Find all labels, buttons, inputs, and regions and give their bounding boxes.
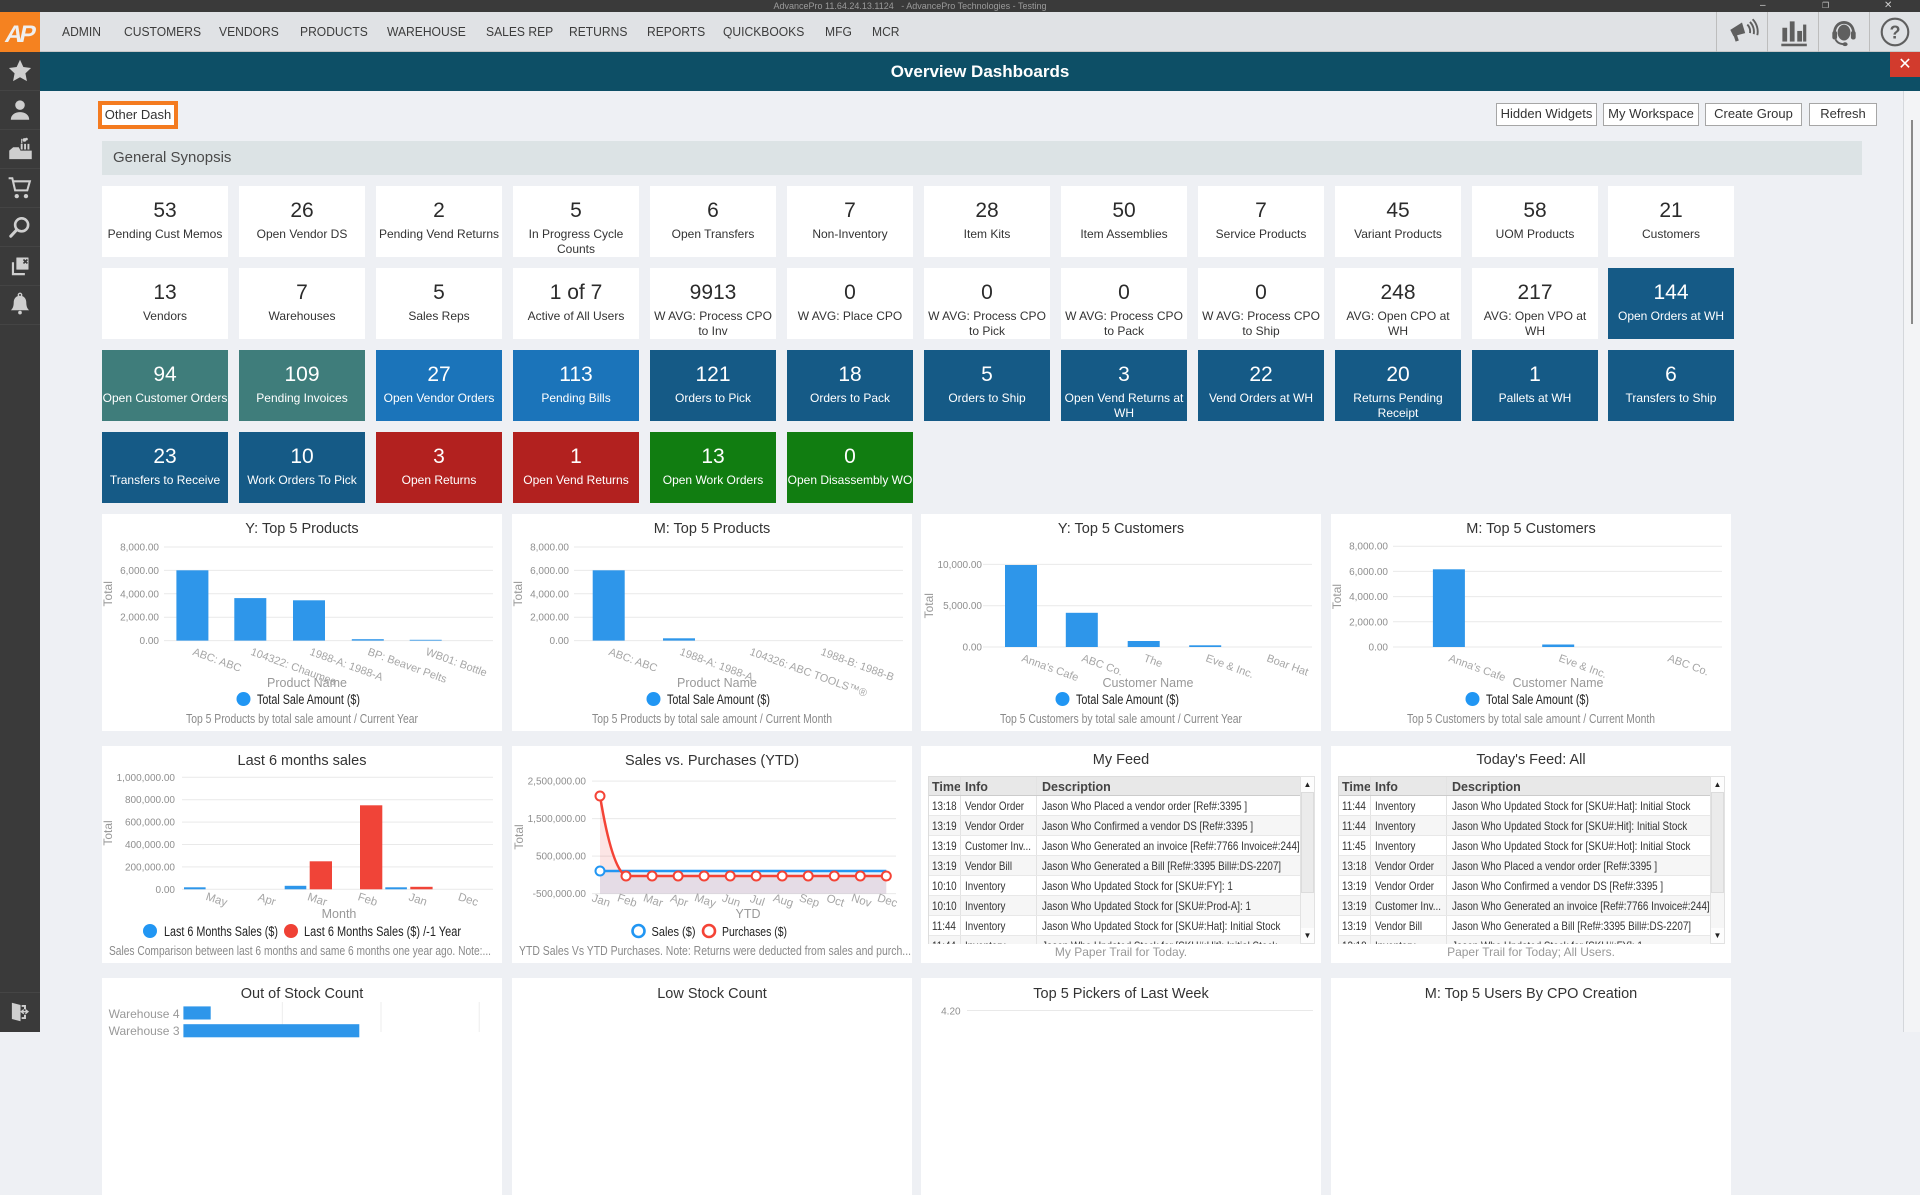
svg-text:Sales Comparison between last: Sales Comparison between last 6 months a… <box>109 944 491 958</box>
svg-text:YTD Sales Vs YTD Purchases. No: YTD Sales Vs YTD Purchases. Note: Return… <box>519 944 911 958</box>
svg-text:Product Name: Product Name <box>677 676 757 690</box>
svg-text:Feb: Feb <box>356 891 379 909</box>
svg-text:Total Sale Amount ($): Total Sale Amount ($) <box>1076 692 1179 707</box>
svg-text:Warehouse 3: Warehouse 3 <box>109 1024 180 1038</box>
svg-text:Y: Top 5 Products: Y: Top 5 Products <box>245 521 358 537</box>
svg-text:YTD: YTD <box>736 907 761 921</box>
svg-text:Jan: Jan <box>407 892 428 909</box>
svg-text:Total Sale Amount ($): Total Sale Amount ($) <box>667 692 770 707</box>
svg-text:Nov: Nov <box>850 892 873 910</box>
svg-text:8,000.00: 8,000.00 <box>530 543 569 554</box>
svg-text:ABC Co.: ABC Co. <box>1080 653 1124 679</box>
svg-text:ABC: ABC: ABC: ABC <box>191 646 243 675</box>
svg-text:Anna's Cafe: Anna's Cafe <box>1447 653 1507 685</box>
svg-text:Eve & Inc.: Eve & Inc. <box>1204 653 1255 681</box>
svg-text:Total: Total <box>102 581 115 606</box>
svg-text:Product Name: Product Name <box>267 676 347 690</box>
svg-text:0.00: 0.00 <box>550 636 570 647</box>
svg-text:Jan: Jan <box>590 893 611 910</box>
svg-text:1,000,000.00: 1,000,000.00 <box>117 773 176 784</box>
svg-text:Y: Top 5 Customers: Y: Top 5 Customers <box>1058 521 1184 537</box>
svg-text:Last 6 Months Sales ($): Last 6 Months Sales ($) <box>164 924 278 939</box>
svg-text:2,000.00: 2,000.00 <box>120 613 159 624</box>
svg-text:Apr: Apr <box>669 893 690 910</box>
svg-text:2,500,000.00: 2,500,000.00 <box>528 777 587 788</box>
svg-text:1,500,000.00: 1,500,000.00 <box>528 814 587 825</box>
svg-text:Top 5 Products by total sale a: Top 5 Products by total sale amount / Cu… <box>186 712 418 726</box>
svg-text:Dec: Dec <box>456 891 479 909</box>
svg-text:Total Sale Amount ($): Total Sale Amount ($) <box>1486 692 1589 707</box>
svg-text:8,000.00: 8,000.00 <box>120 543 159 554</box>
svg-text:Total: Total <box>512 824 526 849</box>
svg-text:M: Top 5 Customers: M: Top 5 Customers <box>1466 521 1595 537</box>
svg-text:Top 5 Products by total sale a: Top 5 Products by total sale amount / Cu… <box>592 712 832 726</box>
svg-text:4,000.00: 4,000.00 <box>1349 592 1388 603</box>
svg-text:Top 5 Customers by total sale: Top 5 Customers by total sale amount / C… <box>1407 712 1655 726</box>
svg-text:May: May <box>693 892 718 910</box>
svg-text:6,000.00: 6,000.00 <box>120 566 159 577</box>
svg-text:400,000.00: 400,000.00 <box>125 840 175 851</box>
svg-text:Apr: Apr <box>256 892 277 909</box>
svg-text:Last 6 months sales: Last 6 months sales <box>238 753 367 769</box>
svg-text:Last 6 Months Sales ($) /-1 Ye: Last 6 Months Sales ($) /-1 Year <box>304 924 461 939</box>
svg-text:4.20: 4.20 <box>941 1007 961 1018</box>
svg-text:4,000.00: 4,000.00 <box>530 589 569 600</box>
svg-text:0.00: 0.00 <box>156 885 176 896</box>
svg-text:-500,000.00: -500,000.00 <box>533 889 587 900</box>
svg-text:Month: Month <box>322 907 357 921</box>
svg-text:Customer Name: Customer Name <box>1513 676 1604 690</box>
svg-text:M: Top 5 Users By CPO Creation: M: Top 5 Users By CPO Creation <box>1425 986 1637 1002</box>
svg-text:Anna's Cafe: Anna's Cafe <box>1020 653 1080 685</box>
svg-text:6,000.00: 6,000.00 <box>1349 567 1388 578</box>
svg-text:Total: Total <box>102 820 115 845</box>
svg-text:Top 5 Customers by total sale: Top 5 Customers by total sale amount / C… <box>1000 712 1242 726</box>
svg-text:Total: Total <box>512 581 525 606</box>
svg-text:Out of Stock Count: Out of Stock Count <box>241 986 364 1002</box>
svg-text:Oct: Oct <box>825 893 846 910</box>
svg-text:8,000.00: 8,000.00 <box>1349 542 1388 553</box>
svg-text:Sales ($): Sales ($) <box>652 924 696 939</box>
svg-text:May: May <box>204 891 229 909</box>
svg-text:Aug: Aug <box>772 892 795 910</box>
svg-text:Low Stock Count: Low Stock Count <box>657 986 767 1002</box>
svg-text:Total Sale Amount ($): Total Sale Amount ($) <box>257 692 360 707</box>
svg-text:200,000.00: 200,000.00 <box>125 862 175 873</box>
svg-text:M: Top 5 Products: M: Top 5 Products <box>654 521 771 537</box>
svg-text:The: The <box>1142 653 1164 671</box>
svg-text:Top 5 Pickers of Last Week: Top 5 Pickers of Last Week <box>1033 986 1209 1002</box>
svg-text:Customer Name: Customer Name <box>1103 676 1194 690</box>
svg-text:Total: Total <box>1331 584 1344 609</box>
svg-text:Warehouse 4: Warehouse 4 <box>109 1007 180 1021</box>
svg-text:Sales vs. Purchases (YTD): Sales vs. Purchases (YTD) <box>625 753 799 769</box>
svg-text:0.00: 0.00 <box>963 643 983 654</box>
svg-text:800,000.00: 800,000.00 <box>125 795 175 806</box>
svg-text:600,000.00: 600,000.00 <box>125 818 175 829</box>
svg-text:500,000.00: 500,000.00 <box>536 852 586 863</box>
svg-text:ABC: ABC: ABC: ABC <box>607 646 659 675</box>
svg-text:10,000.00: 10,000.00 <box>938 560 983 571</box>
svg-text:0.00: 0.00 <box>140 636 160 647</box>
svg-text:Total: Total <box>922 593 936 618</box>
svg-text:Boar Hat: Boar Hat <box>1265 653 1310 679</box>
svg-text:Purchases ($): Purchases ($) <box>722 924 787 939</box>
svg-text:4,000.00: 4,000.00 <box>120 589 159 600</box>
svg-text:Feb: Feb <box>616 892 639 910</box>
svg-text:0.00: 0.00 <box>1369 643 1389 654</box>
svg-text:?: ? <box>1889 22 1900 42</box>
svg-text:Mar: Mar <box>642 892 665 910</box>
svg-text:ABC Co.: ABC Co. <box>1666 653 1710 679</box>
svg-text:5,000.00: 5,000.00 <box>943 601 982 612</box>
svg-text:6,000.00: 6,000.00 <box>530 566 569 577</box>
svg-text:Sep: Sep <box>798 892 821 910</box>
svg-text:AP: AP <box>3 21 39 48</box>
svg-text:Dec: Dec <box>876 892 899 910</box>
svg-text:2,000.00: 2,000.00 <box>530 613 569 624</box>
svg-text:2,000.00: 2,000.00 <box>1349 617 1388 628</box>
